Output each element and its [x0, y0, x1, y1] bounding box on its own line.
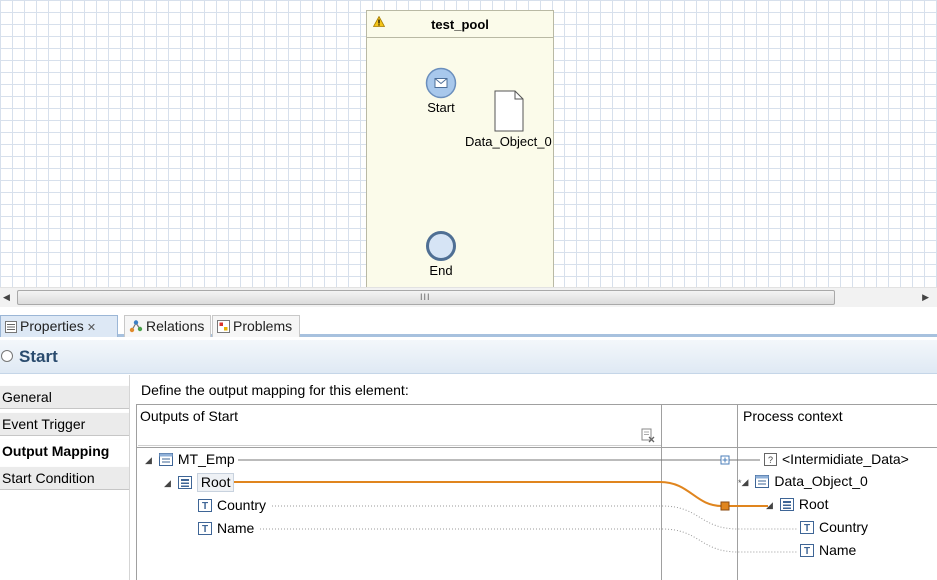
- properties-title: Start: [19, 347, 58, 366]
- tree-node-label: Name: [819, 542, 857, 558]
- tree-node-label: <Intermidiate_Data>: [782, 451, 909, 467]
- tab-problems[interactable]: Problems: [212, 315, 300, 337]
- collapse-arrow-icon[interactable]: ◢: [164, 478, 174, 489]
- tree-node-country[interactable]: T Country: [198, 497, 266, 517]
- relations-icon: [129, 320, 143, 333]
- context-node-name[interactable]: T Name: [800, 542, 856, 562]
- tree-node-label: MT_Emp: [177, 451, 235, 467]
- text-field-icon: T: [800, 544, 814, 557]
- message-type-icon: [158, 453, 173, 466]
- start-event-icon[interactable]: [425, 67, 457, 99]
- start-event-label: Start: [427, 100, 455, 115]
- structure-icon: [177, 476, 192, 489]
- context-node-country[interactable]: T Country: [800, 519, 868, 539]
- text-field-icon: T: [800, 521, 814, 534]
- data-object-label: Data_Object_0: [465, 134, 552, 149]
- start-event-small-icon: [1, 350, 13, 362]
- text-field-icon: T: [198, 499, 212, 512]
- scroll-left-arrow-icon[interactable]: ◀: [3, 292, 10, 303]
- tree-node-label: Country: [819, 519, 869, 535]
- view-tab-bar: Properties ✕ Relations Problems: [0, 312, 937, 337]
- tree-node-label: Root: [196, 473, 235, 492]
- nav-output-mapping[interactable]: Output Mapping: [0, 439, 129, 463]
- svg-text:T: T: [804, 523, 810, 534]
- tree-node-label: Root: [798, 496, 829, 512]
- unknown-type-icon: ?: [764, 453, 777, 466]
- tree-node-label: Name: [217, 520, 255, 536]
- close-icon[interactable]: ✕: [87, 322, 96, 334]
- data-object-icon[interactable]: [494, 90, 524, 132]
- structure-icon: [779, 498, 794, 511]
- properties-nav: General Event Trigger Output Mapping Sta…: [0, 375, 130, 580]
- tab-relations-label: Relations: [146, 318, 205, 334]
- problems-icon: [217, 320, 230, 333]
- tree-node-mt-emp[interactable]: ◢ MT_Emp: [145, 451, 235, 471]
- pool-header[interactable]: test_pool: [367, 11, 553, 38]
- horizontal-scrollbar[interactable]: ◀ III ▶: [0, 287, 937, 307]
- collapse-arrow-icon[interactable]: ◢: [766, 500, 776, 511]
- svg-text:T: T: [202, 501, 208, 512]
- data-object-type-icon: [755, 475, 770, 488]
- svg-text:T: T: [804, 546, 810, 557]
- properties-icon: [5, 321, 17, 333]
- nav-start-condition[interactable]: Start Condition: [0, 466, 129, 490]
- svg-text:T: T: [202, 524, 208, 535]
- tab-properties-label: Properties: [20, 318, 84, 334]
- collapse-arrow-icon[interactable]: ◢: [742, 477, 752, 488]
- context-node-root[interactable]: ◢ Root: [766, 496, 828, 516]
- tree-node-label: Country: [217, 497, 267, 513]
- tree-node-name[interactable]: T Name: [198, 520, 254, 540]
- header-separator: [136, 447, 937, 448]
- properties-title-bar: Start: [0, 340, 937, 374]
- tree-node-root[interactable]: ◢ Root: [164, 473, 235, 493]
- process-canvas[interactable]: test_pool Start Data_Object_0 End: [0, 0, 937, 287]
- nav-general[interactable]: General: [0, 385, 129, 409]
- column-divider[interactable]: [661, 405, 662, 580]
- tab-problems-label: Problems: [233, 318, 293, 334]
- svg-text:?: ?: [768, 455, 773, 465]
- outputs-column-header: Outputs of Start: [140, 408, 239, 424]
- tab-properties[interactable]: Properties ✕: [0, 315, 118, 337]
- end-event-icon[interactable]: [425, 230, 457, 262]
- context-column-header: Process context: [743, 408, 843, 424]
- outputs-filter-field[interactable]: [138, 426, 662, 446]
- nav-event-trigger[interactable]: Event Trigger: [0, 412, 129, 436]
- scrollbar-grip: III: [420, 292, 431, 302]
- scrollbar-thumb[interactable]: III: [17, 290, 835, 305]
- pool-title: test_pool: [431, 17, 489, 32]
- pool[interactable]: test_pool Start Data_Object_0 End: [366, 10, 554, 287]
- mapping-description: Define the output mapping for this eleme…: [141, 382, 409, 398]
- context-node-data-object[interactable]: *◢ Data_Object_0: [738, 473, 868, 493]
- collapse-arrow-icon[interactable]: ◢: [145, 455, 155, 466]
- tree-node-label: Data_Object_0: [774, 473, 868, 489]
- tab-relations[interactable]: Relations: [124, 315, 211, 337]
- text-field-icon: T: [198, 522, 212, 535]
- context-node-intermidiate-data[interactable]: ? <Intermidiate_Data>: [764, 451, 909, 471]
- scroll-right-arrow-icon[interactable]: ▶: [922, 292, 929, 303]
- clear-filter-icon[interactable]: [640, 427, 656, 443]
- end-event-label: End: [429, 263, 453, 278]
